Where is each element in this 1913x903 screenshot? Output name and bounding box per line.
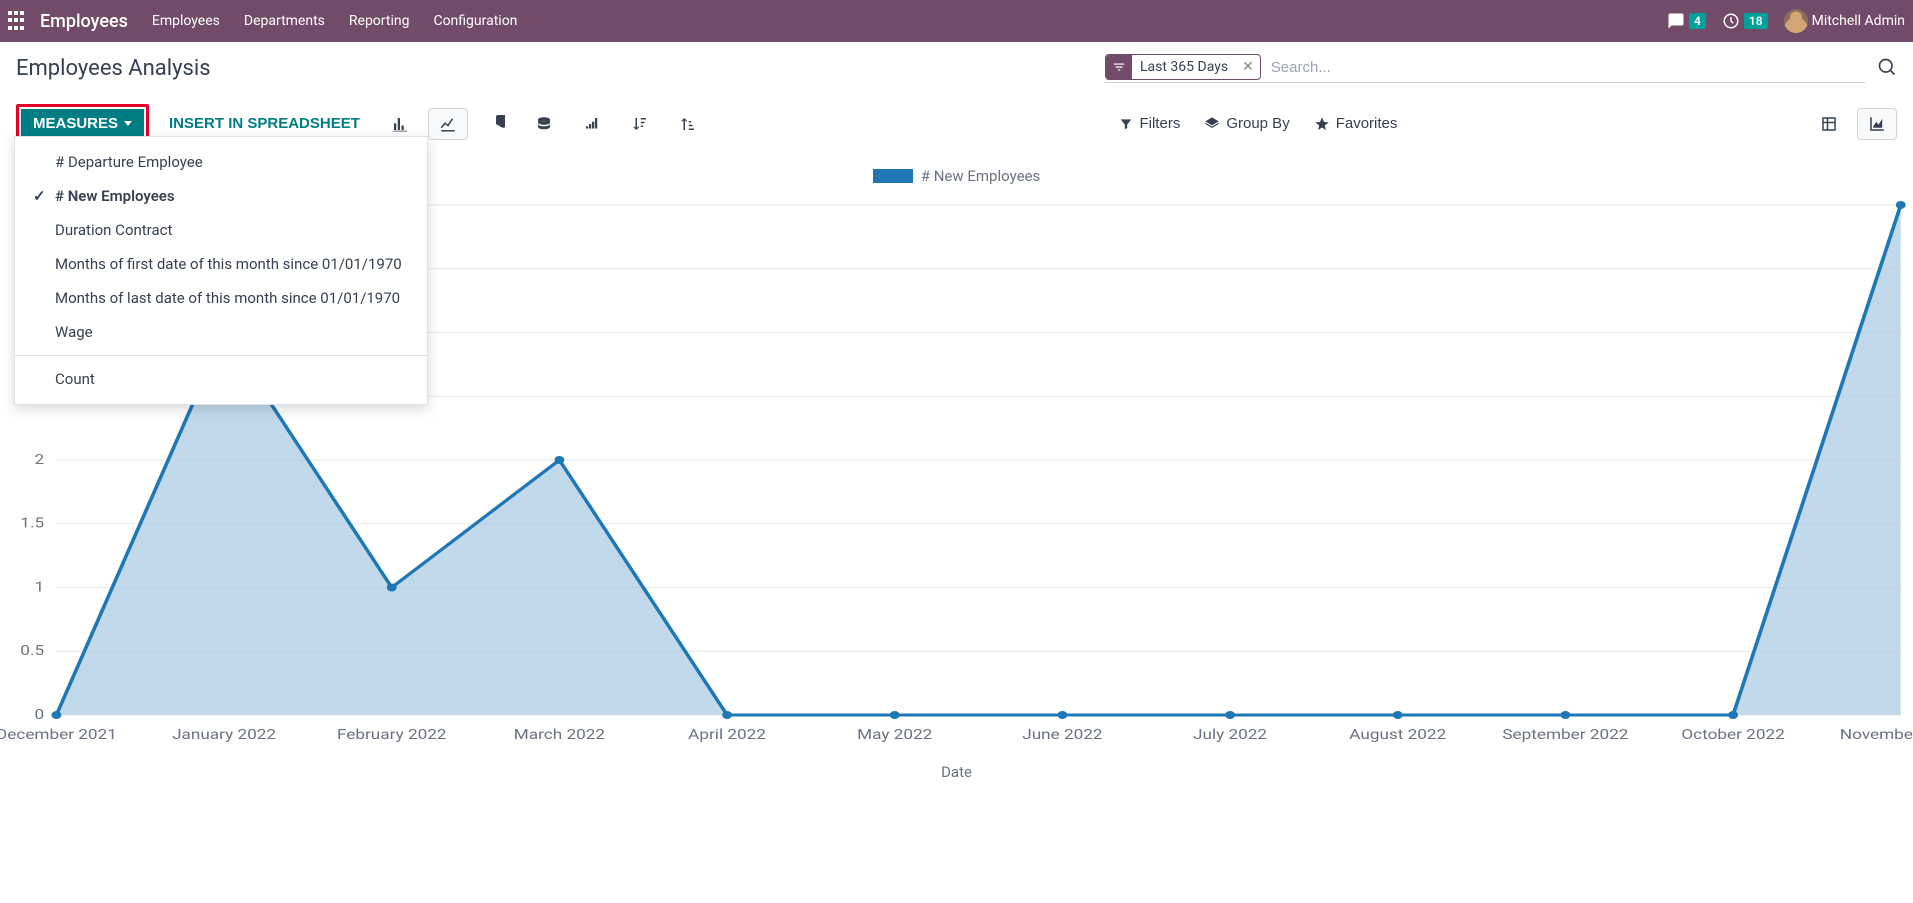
avatar xyxy=(1784,9,1808,33)
measures-dropdown: # Departure Employee # New Employees Dur… xyxy=(14,136,428,405)
chevron-down-icon xyxy=(124,121,132,126)
insert-spreadsheet-button[interactable]: INSERT IN SPREADSHEET xyxy=(157,109,372,138)
topbar-right: 4 18 Mitchell Admin xyxy=(1667,9,1905,33)
nav-departments[interactable]: Departments xyxy=(244,13,325,29)
layers-icon xyxy=(1204,116,1220,132)
svg-text:May 2022: May 2022 xyxy=(857,726,932,743)
divider xyxy=(15,355,427,356)
pivot-view-button[interactable] xyxy=(1809,108,1849,140)
topnav: Employees Departments Reporting Configur… xyxy=(152,13,518,29)
svg-text:1.5: 1.5 xyxy=(20,514,44,531)
graph-view-button[interactable] xyxy=(1857,108,1897,140)
measure-option[interactable]: Wage xyxy=(15,315,427,349)
svg-text:0: 0 xyxy=(34,706,44,723)
favorites-button[interactable]: Favorites xyxy=(1314,115,1398,132)
breadcrumb: Employees Analysis xyxy=(16,56,211,81)
username: Mitchell Admin xyxy=(1812,13,1905,29)
groupby-button[interactable]: Group By xyxy=(1204,115,1289,132)
measures-button[interactable]: MEASURES xyxy=(21,109,144,138)
ascending-button[interactable] xyxy=(572,108,612,140)
filter-controls: Filters Group By Favorites xyxy=(1119,115,1397,132)
clock-icon xyxy=(1722,12,1740,30)
pie-chart-button[interactable] xyxy=(476,108,516,140)
line-chart-button[interactable] xyxy=(428,108,468,140)
nav-configuration[interactable]: Configuration xyxy=(433,13,517,29)
filter-icon xyxy=(1106,54,1132,80)
svg-text:June 2022: June 2022 xyxy=(1022,726,1103,743)
nav-employees[interactable]: Employees xyxy=(152,13,220,29)
facet-label: Last 365 Days xyxy=(1132,59,1236,75)
messages-badge: 4 xyxy=(1689,13,1706,29)
svg-text:1: 1 xyxy=(34,578,44,595)
measure-option[interactable]: Months of last date of this month since … xyxy=(15,281,427,315)
svg-text:January 2022: January 2022 xyxy=(172,726,276,743)
subheader: Employees Analysis Last 365 Days ✕ xyxy=(0,42,1913,96)
stacked-button[interactable] xyxy=(524,108,564,140)
svg-text:October 2022: October 2022 xyxy=(1681,726,1785,743)
activities-badge: 18 xyxy=(1744,13,1768,29)
svg-text:February 2022: February 2022 xyxy=(337,726,447,743)
search-input[interactable] xyxy=(1267,55,1865,80)
measure-option[interactable]: # Departure Employee xyxy=(15,145,427,179)
star-icon xyxy=(1314,116,1330,132)
messages-button[interactable]: 4 xyxy=(1667,12,1706,30)
legend-swatch xyxy=(873,169,913,183)
activities-button[interactable]: 18 xyxy=(1722,12,1768,30)
app-title[interactable]: Employees xyxy=(40,11,128,32)
measure-option[interactable]: Months of first date of this month since… xyxy=(15,247,427,281)
svg-text:0.5: 0.5 xyxy=(20,642,44,659)
svg-text:April 2022: April 2022 xyxy=(688,726,766,743)
user-menu[interactable]: Mitchell Admin xyxy=(1784,9,1905,33)
facet-remove-button[interactable]: ✕ xyxy=(1236,59,1260,75)
nav-reporting[interactable]: Reporting xyxy=(349,13,410,29)
sort-asc-button[interactable] xyxy=(668,108,708,140)
filters-button[interactable]: Filters xyxy=(1119,115,1180,132)
sort-desc-button[interactable] xyxy=(620,108,660,140)
svg-text:August 2022: August 2022 xyxy=(1349,726,1446,743)
bar-chart-button[interactable] xyxy=(380,108,420,140)
measure-option[interactable]: Duration Contract xyxy=(15,213,427,247)
svg-text:September 2022: September 2022 xyxy=(1502,726,1628,743)
chat-icon xyxy=(1667,12,1685,30)
view-switcher xyxy=(1809,108,1897,140)
svg-text:2: 2 xyxy=(34,451,44,468)
svg-text:November 2022: November 2022 xyxy=(1840,726,1913,743)
svg-text:July 2022: July 2022 xyxy=(1193,726,1267,743)
measure-count-option[interactable]: Count xyxy=(15,362,427,396)
apps-icon[interactable] xyxy=(8,11,28,31)
search-area: Last 365 Days ✕ xyxy=(1105,54,1865,83)
measure-option[interactable]: # New Employees xyxy=(15,179,427,213)
topbar: Employees Employees Departments Reportin… xyxy=(0,0,1913,42)
search-facet: Last 365 Days ✕ xyxy=(1105,54,1261,80)
legend-label: # New Employees xyxy=(921,167,1040,185)
funnel-icon xyxy=(1119,117,1133,131)
x-axis-title: Date xyxy=(0,755,1913,789)
svg-text:December 2021: December 2021 xyxy=(0,726,117,743)
svg-text:March 2022: March 2022 xyxy=(514,726,605,743)
search-icon[interactable] xyxy=(1877,57,1897,81)
